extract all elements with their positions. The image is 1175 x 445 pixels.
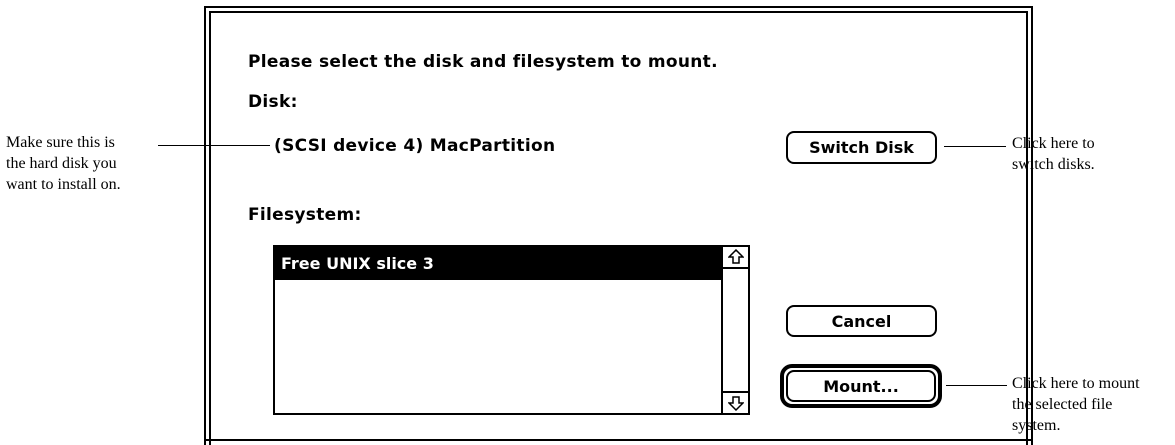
- mount-button[interactable]: Mount...: [786, 370, 936, 402]
- annotation-mount: Click here to mount the selected file sy…: [1012, 375, 1140, 434]
- filesystem-list-content: Free UNIX slice 3: [275, 247, 723, 413]
- leader-line-disk: [158, 145, 270, 146]
- dialog-prompt: Please select the disk and filesystem to…: [248, 52, 718, 72]
- list-item-selected[interactable]: Free UNIX slice 3: [275, 247, 723, 280]
- dialog-frame-bottom: [204, 439, 1033, 445]
- scroll-up-arrow-icon[interactable]: [723, 247, 748, 269]
- scroll-down-arrow-icon[interactable]: [723, 391, 748, 413]
- filesystem-label: Filesystem:: [248, 205, 362, 225]
- cancel-button[interactable]: Cancel: [786, 305, 937, 337]
- leader-line-switch: [944, 146, 1006, 147]
- annotation-switch: Click here to switch disks.: [1012, 135, 1095, 173]
- disk-value: (SCSI device 4) MacPartition: [274, 136, 556, 156]
- filesystem-list[interactable]: Free UNIX slice 3: [273, 245, 750, 415]
- list-scrollbar[interactable]: [721, 247, 748, 413]
- leader-line-mount: [946, 385, 1007, 386]
- disk-label: Disk:: [248, 92, 298, 112]
- annotation-disk: Make sure this is the hard disk you want…: [6, 134, 121, 193]
- switch-disk-button[interactable]: Switch Disk: [786, 131, 937, 164]
